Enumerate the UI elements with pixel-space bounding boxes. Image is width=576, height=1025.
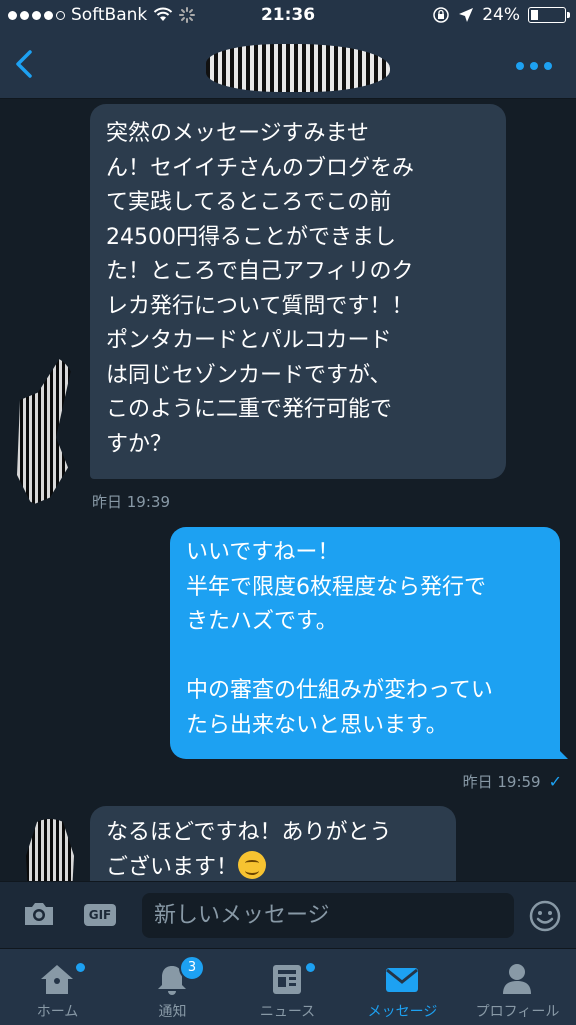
notification-count-badge: 3 (179, 955, 205, 981)
sender-avatar[interactable] (26, 819, 74, 881)
redacted-contact-name (206, 44, 390, 92)
message-timestamp: 昨日 19:59 (462, 773, 541, 791)
incoming-message-bubble[interactable]: なるほどですね！ありがとう ございます！ (90, 806, 456, 881)
message-timestamp: 昨日 19:39 (92, 493, 170, 511)
message-meta: 昨日 19:59 ✓ (463, 771, 562, 792)
new-message-input[interactable] (142, 893, 514, 938)
tab-news[interactable]: ニュース (230, 949, 345, 1025)
tab-messages[interactable]: メッセージ (345, 949, 460, 1025)
gif-button[interactable]: GIF (84, 904, 116, 926)
tab-label: プロフィール (475, 1004, 560, 1020)
bottom-tab-bar: ホーム 3 通知 ニュース メッセージ プロフィール (0, 948, 576, 1025)
emoji-picker-icon[interactable] (528, 899, 562, 933)
orientation-lock-icon (433, 7, 449, 23)
message-text-line: なるほどですね！ありがとう (106, 820, 392, 845)
check-icon: ✓ (548, 772, 562, 791)
tab-notifications[interactable]: 3 通知 (115, 949, 230, 1025)
message-composer: GIF (0, 881, 576, 948)
tab-home[interactable]: ホーム (0, 949, 115, 1025)
home-notification-dot (76, 963, 85, 972)
profile-icon (503, 964, 531, 994)
tab-label: 通知 (158, 1004, 187, 1020)
battery-percent: 24% (482, 5, 520, 25)
news-notification-dot (306, 963, 315, 972)
home-icon (41, 965, 73, 994)
envelope-icon (386, 968, 418, 992)
battery-icon (528, 7, 570, 23)
back-chevron-icon[interactable] (8, 46, 44, 82)
sender-avatar[interactable] (17, 355, 71, 505)
tab-label: メッセージ (367, 1004, 438, 1020)
incoming-message-bubble[interactable]: 突然のメッセージすみませ ん！セイイチさんのブログをみ て実践してるところでこの… (90, 104, 506, 479)
more-options-icon[interactable] (514, 54, 554, 78)
status-right: 24% (432, 5, 570, 25)
message-text-line: ございます！ (106, 854, 239, 880)
news-icon (273, 965, 301, 994)
tab-label: ホーム (36, 1004, 79, 1020)
outgoing-message-bubble[interactable]: いいですねー！ 半年で限度6枚程度なら発行で きたハズです。 中の審査の仕組みが… (170, 527, 560, 759)
camera-icon[interactable] (22, 900, 56, 928)
tab-profile[interactable]: プロフィール (460, 949, 575, 1025)
status-bar: SoftBank 21:36 24% (0, 0, 576, 32)
message-thread[interactable]: 突然のメッセージすみませ ん！セイイチさんのブログをみ て実践してるところでこの… (0, 99, 576, 881)
tab-label: ニュース (259, 1004, 316, 1020)
smiling-face-emoji-icon (238, 850, 267, 879)
battery-fill (531, 10, 538, 20)
location-arrow-icon (459, 8, 474, 22)
conversation-header (0, 32, 576, 99)
